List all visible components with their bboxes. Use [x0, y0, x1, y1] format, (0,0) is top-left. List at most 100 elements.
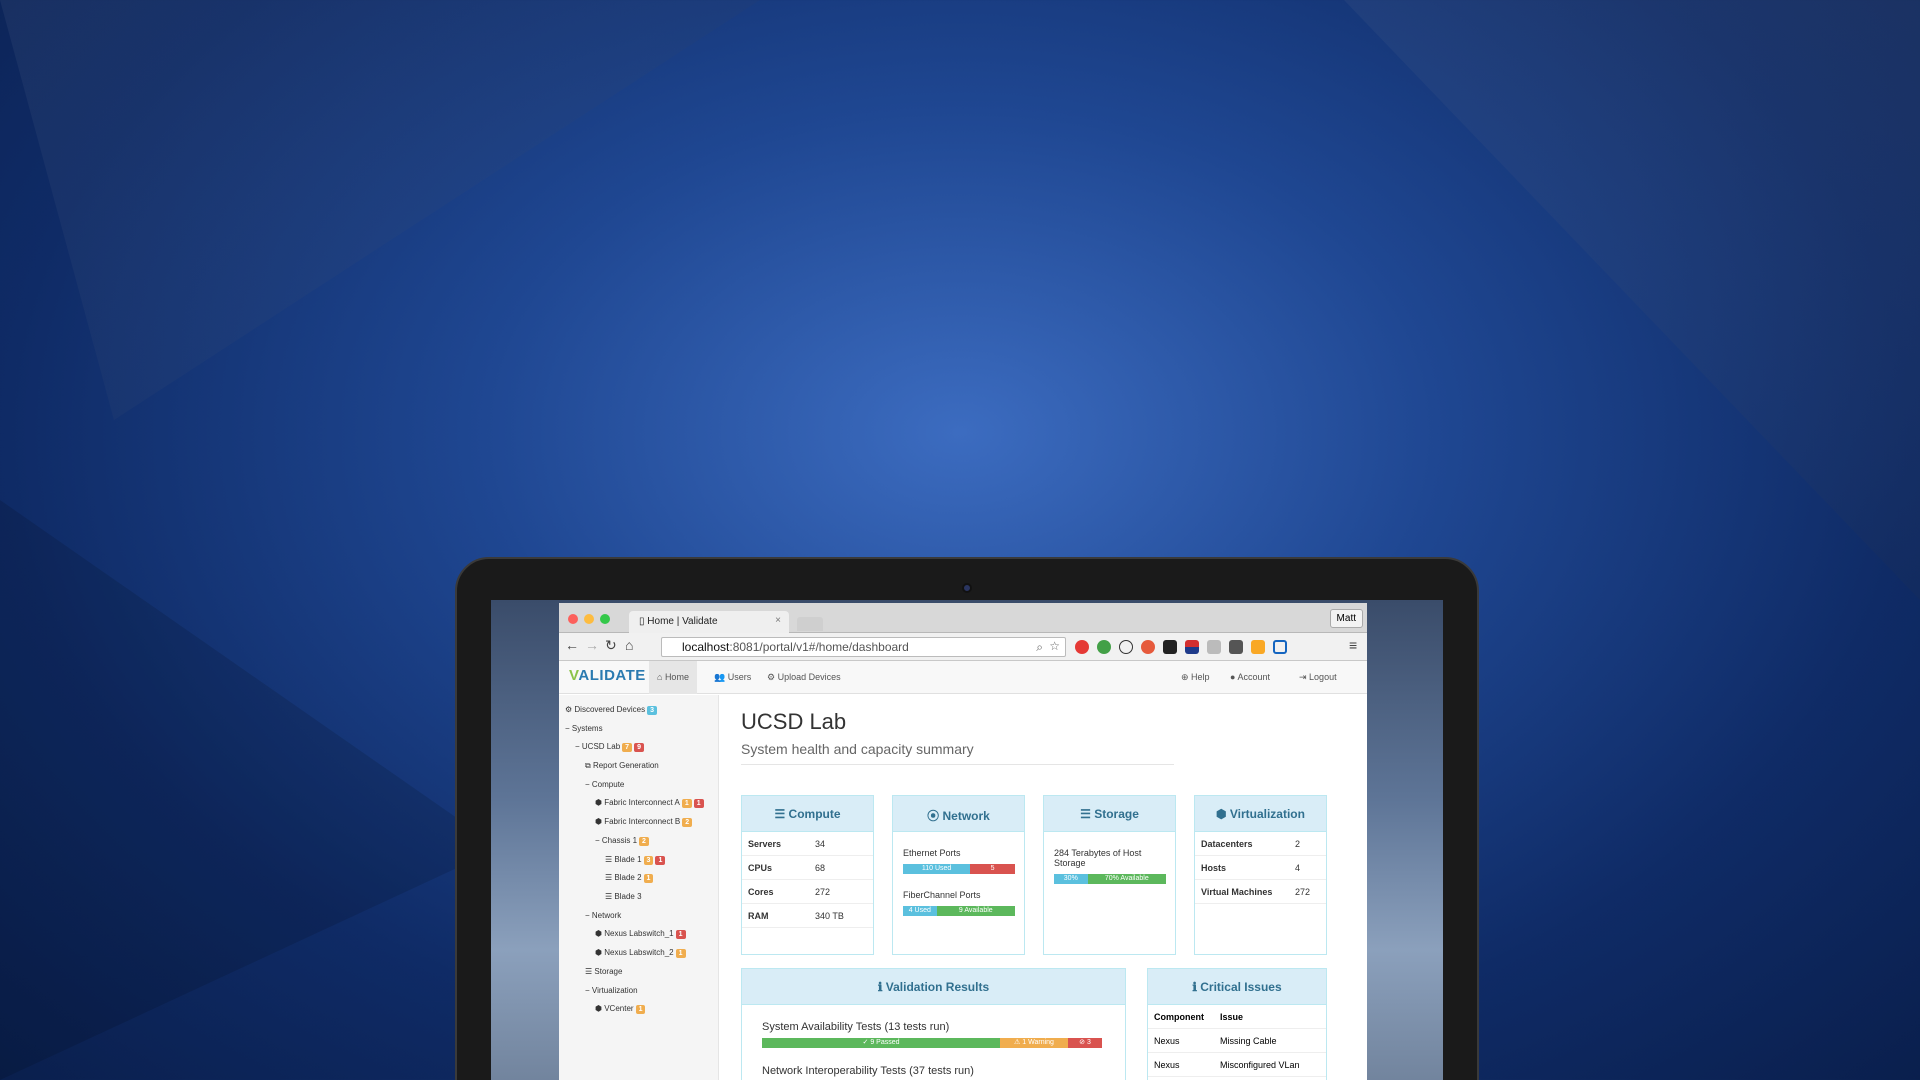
ethernet-ports-bar: 110 Used 5	[903, 864, 1015, 874]
tree-item-discovered-devices[interactable]: ⚙ Discovered Devices 3	[565, 705, 658, 715]
nav-help[interactable]: ⊕ Help	[1181, 672, 1210, 683]
warning-badge: 2	[639, 837, 649, 846]
background-facet	[0, 500, 500, 1080]
table-row[interactable]: Nexus Missing Cable	[1148, 1029, 1326, 1053]
nav-logout[interactable]: ⇥ Logout	[1299, 672, 1337, 683]
forward-icon[interactable]: →	[585, 637, 599, 653]
copy-icon: ⧉	[585, 761, 593, 770]
laptop-screen: ▯ Home | Validate × Matt ← → ↻ ⌂ localho…	[491, 600, 1443, 1080]
collapse-icon[interactable]: −	[585, 911, 592, 920]
collapse-icon[interactable]: −	[565, 724, 572, 733]
tree-item-nexus-labswitch-2[interactable]: ⬢ Nexus Labswitch_2 1	[595, 948, 686, 958]
warning-badge: 1	[635, 1005, 646, 1014]
tree-item-network[interactable]: − Network	[585, 911, 621, 920]
virtualization-panel: ⬢ Virtualization Datacenters 2 Hosts 4 Vir…	[1194, 795, 1327, 955]
tree-item-vcenter[interactable]: ⬢ VCenter 1	[595, 1004, 646, 1014]
divider	[741, 764, 1174, 765]
compute-row: RAM 340 TB	[742, 904, 873, 928]
storage-capacity-label: 284 Terabytes of Host Storage	[1054, 848, 1142, 868]
back-icon[interactable]: ←	[565, 637, 579, 653]
extension-icon[interactable]	[1229, 640, 1243, 654]
search-icon[interactable]: ⌕	[1036, 640, 1043, 655]
extension-icon[interactable]	[1185, 640, 1199, 654]
maximize-window-button[interactable]	[600, 614, 610, 624]
page-subtitle: System health and capacity summary	[741, 741, 974, 757]
server-icon: ☰	[774, 807, 789, 821]
new-tab-button[interactable]	[797, 617, 823, 631]
virtualization-row: Hosts 4	[1195, 856, 1326, 880]
server-icon: ☰	[605, 855, 615, 864]
collapse-icon[interactable]: −	[575, 742, 582, 751]
reload-icon[interactable]: ↻	[605, 637, 617, 654]
collapse-icon[interactable]: −	[595, 836, 602, 845]
tab-close-button[interactable]: ×	[775, 615, 781, 626]
cube-icon: ⬢	[595, 817, 605, 826]
device-tree-sidebar: ⚙ Discovered Devices 3 − Systems − UCSD L…	[559, 695, 719, 1080]
collapse-icon[interactable]: −	[585, 986, 592, 995]
address-bar[interactable]: localhost:8081/portal/v1#/home/dashboard…	[661, 637, 1066, 657]
collapse-icon[interactable]: −	[585, 780, 592, 789]
tree-item-ucsd-lab[interactable]: − UCSD Lab 7 9	[575, 742, 644, 752]
extension-icon[interactable]	[1097, 640, 1111, 654]
logout-icon: ⇥	[1299, 672, 1310, 682]
server-icon: ☰	[605, 892, 615, 901]
warning-badge: 3	[643, 856, 654, 865]
tree-item-report-generation[interactable]: ⧉ Report Generation	[585, 761, 659, 771]
users-icon: 👥	[714, 672, 728, 682]
bookmark-star-icon[interactable]: ☆	[1049, 639, 1060, 653]
extension-icon[interactable]	[1273, 640, 1287, 654]
browser-toolbar: ← → ↻ ⌂ localhost:8081/portal/v1#/home/d…	[559, 633, 1367, 661]
extension-icon[interactable]	[1207, 640, 1221, 654]
help-icon: ⊕	[1181, 672, 1192, 682]
extension-icon[interactable]	[1251, 640, 1265, 654]
warning-badge: 1	[675, 949, 686, 958]
cube-icon: ⬢	[595, 929, 605, 938]
table-row[interactable]: Nexus Misconfigured VLan	[1148, 1053, 1326, 1077]
info-icon: ℹ	[877, 980, 886, 994]
extension-icon[interactable]	[1119, 640, 1133, 654]
menu-icon[interactable]: ≡	[1349, 637, 1357, 653]
close-window-button[interactable]	[568, 614, 578, 624]
url-path: :8081/portal/v1#/home/dashboard	[729, 640, 909, 654]
extension-icon[interactable]	[1075, 640, 1089, 654]
tree-item-blade-3[interactable]: ☰ Blade 3	[605, 892, 642, 901]
cube-icon: ⬢	[595, 948, 605, 957]
nav-account[interactable]: ● Account	[1230, 672, 1270, 682]
dashboard-main: UCSD Lab System health and capacity summ…	[719, 695, 1367, 1080]
warning-badge: 1	[681, 799, 692, 808]
server-icon: ☰	[605, 873, 615, 882]
validate-logo[interactable]: VALIDATE	[569, 667, 646, 684]
tree-item-nexus-labswitch-1[interactable]: ⬢ Nexus Labswitch_1 1	[595, 929, 686, 939]
nav-home[interactable]: ⌂ Home	[649, 661, 697, 694]
storage-panel: ☰ Storage 284 Terabytes of Host Storage …	[1043, 795, 1176, 955]
network-panel-header: ⦿ Network	[893, 796, 1024, 832]
browser-tab[interactable]: ▯ Home | Validate ×	[629, 611, 789, 633]
tree-item-blade-2[interactable]: ☰ Blade 21	[605, 873, 654, 883]
compute-row: Cores 272	[742, 880, 873, 904]
minimize-window-button[interactable]	[584, 614, 594, 624]
nav-users[interactable]: 👥 Users	[714, 672, 751, 683]
tree-item-systems[interactable]: − Systems	[565, 724, 603, 733]
warning-segment: ⚠ 1 Warning	[1000, 1038, 1068, 1048]
extension-icon[interactable]	[1163, 640, 1177, 654]
compute-row: CPUs 68	[742, 856, 873, 880]
tree-item-blade-1[interactable]: ☰ Blade 131	[605, 855, 666, 865]
tree-item-fabric-interconnect-a[interactable]: ⬢ Fabric Interconnect A11	[595, 798, 704, 808]
extension-icon[interactable]	[1141, 640, 1155, 654]
error-badge: 9	[634, 743, 644, 752]
nav-upload-devices[interactable]: ⚙ Upload Devices	[767, 672, 841, 683]
validation-panel-header: ℹ Validation Results	[742, 969, 1125, 1005]
warning-badge: 2	[682, 818, 693, 827]
tree-item-compute[interactable]: − Compute	[585, 780, 624, 789]
tree-item-virtualization[interactable]: − Virtualization	[585, 986, 638, 995]
warning-badge: 1	[643, 874, 654, 883]
system-availability-bar: ✓ 9 Passed ⚠ 1 Warning ⊘ 3	[762, 1038, 1102, 1048]
tree-item-fabric-interconnect-b[interactable]: ⬢ Fabric Interconnect B2	[595, 817, 693, 827]
tree-item-chassis-1[interactable]: − Chassis 12	[595, 836, 649, 846]
tree-item-storage[interactable]: ☰ Storage	[585, 967, 622, 976]
browser-window: ▯ Home | Validate × Matt ← → ↻ ⌂ localho…	[559, 603, 1367, 1080]
profile-button[interactable]: Matt	[1329, 609, 1363, 628]
home-icon[interactable]: ⌂	[625, 637, 633, 653]
url-host: localhost	[682, 640, 730, 654]
database-icon: ☰	[585, 967, 595, 976]
